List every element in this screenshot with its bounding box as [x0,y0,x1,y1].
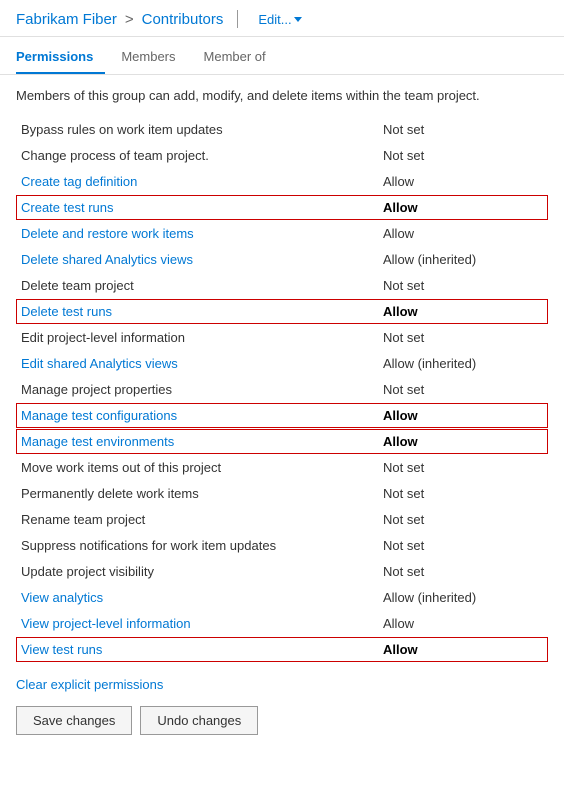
permission-name[interactable]: View analytics [21,590,383,605]
permission-value: Allow [383,304,543,319]
table-row: Manage project propertiesNot set [16,377,548,402]
permission-value: Allow (inherited) [383,590,543,605]
table-row: Bypass rules on work item updatesNot set [16,117,548,142]
tab-member-of[interactable]: Member of [204,41,278,74]
table-row: View test runsAllow [16,637,548,662]
table-row: Manage test environmentsAllow [16,429,548,454]
table-row: Create test runsAllow [16,195,548,220]
permission-name[interactable]: Create test runs [21,200,383,215]
permission-name[interactable]: Delete shared Analytics views [21,252,383,267]
permission-name[interactable]: Manage test environments [21,434,383,449]
table-row: Manage test configurationsAllow [16,403,548,428]
permission-value: Allow [383,616,543,631]
group-link[interactable]: Contributors [142,11,224,28]
chevron-down-icon [294,17,302,22]
content-area: Members of this group can add, modify, a… [0,75,564,751]
edit-dropdown[interactable]: Edit... [258,12,301,27]
permission-name: Bypass rules on work item updates [21,122,383,137]
table-row: Delete team projectNot set [16,273,548,298]
permission-value: Allow (inherited) [383,252,543,267]
table-row: Move work items out of this projectNot s… [16,455,548,480]
permission-value: Allow [383,226,543,241]
header-divider [237,10,238,28]
tab-permissions[interactable]: Permissions [16,41,105,74]
permission-name: Suppress notifications for work item upd… [21,538,383,553]
permission-value: Not set [383,330,543,345]
table-row: Permanently delete work itemsNot set [16,481,548,506]
org-link[interactable]: Fabrikam Fiber [16,11,117,28]
table-row: Edit shared Analytics viewsAllow (inheri… [16,351,548,376]
tabs: Permissions Members Member of [0,41,564,75]
permission-name[interactable]: View test runs [21,642,383,657]
permission-name: Permanently delete work items [21,486,383,501]
permission-value: Allow [383,174,543,189]
permission-value: Allow (inherited) [383,356,543,371]
permission-value: Allow [383,434,543,449]
table-row: Create tag definitionAllow [16,169,548,194]
permission-value: Not set [383,486,543,501]
permission-value: Not set [383,538,543,553]
permission-name: Delete team project [21,278,383,293]
permission-value: Not set [383,148,543,163]
permission-name[interactable]: Create tag definition [21,174,383,189]
permission-value: Not set [383,382,543,397]
permission-name: Change process of team project. [21,148,383,163]
header: Fabrikam Fiber > Contributors Edit... [0,0,564,37]
permission-name[interactable]: Edit shared Analytics views [21,356,383,371]
permission-name: Rename team project [21,512,383,527]
table-row: Edit project-level informationNot set [16,325,548,350]
permission-value: Allow [383,642,543,657]
tab-members[interactable]: Members [121,41,187,74]
permission-value: Not set [383,278,543,293]
table-row: Suppress notifications for work item upd… [16,533,548,558]
table-row: Delete test runsAllow [16,299,548,324]
permission-name: Edit project-level information [21,330,383,345]
clear-permissions-link[interactable]: Clear explicit permissions [16,677,163,692]
permission-name: Manage project properties [21,382,383,397]
permission-name[interactable]: Delete and restore work items [21,226,383,241]
edit-label: Edit... [258,12,291,27]
table-row: View analyticsAllow (inherited) [16,585,548,610]
table-row: Change process of team project.Not set [16,143,548,168]
save-button[interactable]: Save changes [16,706,132,735]
permission-value: Allow [383,408,543,423]
table-row: Delete shared Analytics viewsAllow (inhe… [16,247,548,272]
permission-name: Update project visibility [21,564,383,579]
table-row: Rename team projectNot set [16,507,548,532]
permission-name[interactable]: View project-level information [21,616,383,631]
permission-value: Not set [383,122,543,137]
permission-value: Not set [383,512,543,527]
permission-value: Allow [383,200,543,215]
permission-value: Not set [383,564,543,579]
breadcrumb-separator: > [125,11,134,28]
table-row: View project-level informationAllow [16,611,548,636]
table-row: Delete and restore work itemsAllow [16,221,548,246]
permission-value: Not set [383,460,543,475]
permission-name[interactable]: Manage test configurations [21,408,383,423]
action-buttons: Save changes Undo changes [16,706,548,735]
permission-name[interactable]: Delete test runs [21,304,383,319]
permission-name: Move work items out of this project [21,460,383,475]
group-description: Members of this group can add, modify, a… [16,87,548,105]
permissions-list: Bypass rules on work item updatesNot set… [16,117,548,662]
table-row: Update project visibilityNot set [16,559,548,584]
undo-button[interactable]: Undo changes [140,706,258,735]
